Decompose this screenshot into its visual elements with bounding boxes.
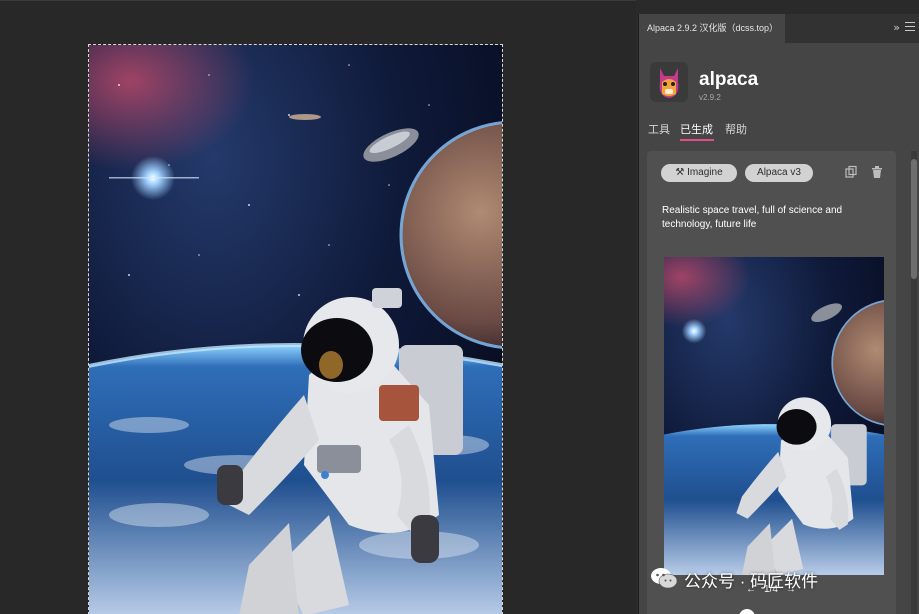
model-badge[interactable]: Alpaca v3 xyxy=(745,164,813,182)
tab-generated[interactable]: 已生成 xyxy=(680,121,713,137)
document-canvas[interactable] xyxy=(0,0,636,614)
app-version: v2.9.2 xyxy=(699,93,721,102)
astronaut-thumbnail-image xyxy=(664,257,884,575)
hamburger-menu-icon[interactable] xyxy=(905,22,915,34)
trash-icon[interactable] xyxy=(870,165,884,179)
copy-icon[interactable] xyxy=(844,165,858,179)
panel-tab[interactable]: Alpaca 2.9.2 汉化版（dcss.top） xyxy=(639,14,785,43)
generated-image-thumbnail[interactable] xyxy=(664,257,884,575)
alpaca-logo-icon xyxy=(650,62,688,102)
tab-help[interactable]: 帮助 xyxy=(725,121,747,137)
scrollbar-thumb[interactable] xyxy=(911,159,917,279)
wechat-icon xyxy=(651,568,678,589)
action-button[interactable] xyxy=(739,609,755,614)
selected-layer-image[interactable] xyxy=(88,44,503,614)
wand-icon: ⚒ xyxy=(675,167,688,178)
generation-card: ⚒ Imagine Alpaca v3 Realistic space trav… xyxy=(647,151,896,614)
watermark-text: 公众号 · 码匠软件 xyxy=(684,572,819,591)
panel-header: Alpaca 2.9.2 汉化版（dcss.top） » xyxy=(639,14,919,43)
app-name: alpaca xyxy=(699,69,759,90)
prompt-text: Realistic space travel, full of science … xyxy=(662,205,843,230)
tab-tools[interactable]: 工具 xyxy=(648,121,670,137)
alpaca-plugin-panel: Alpaca 2.9.2 汉化版（dcss.top） » alpaca v2.9… xyxy=(638,14,919,614)
photoshop-window: Alpaca 2.9.2 汉化版（dcss.top） » alpaca v2.9… xyxy=(0,0,919,614)
active-tab-indicator xyxy=(680,139,714,141)
panel-scrollbar[interactable] xyxy=(911,151,917,614)
imagine-badge[interactable]: ⚒ Imagine xyxy=(661,164,737,182)
double-chevron-right-icon[interactable]: » xyxy=(893,21,900,34)
astronaut-image xyxy=(89,45,502,614)
